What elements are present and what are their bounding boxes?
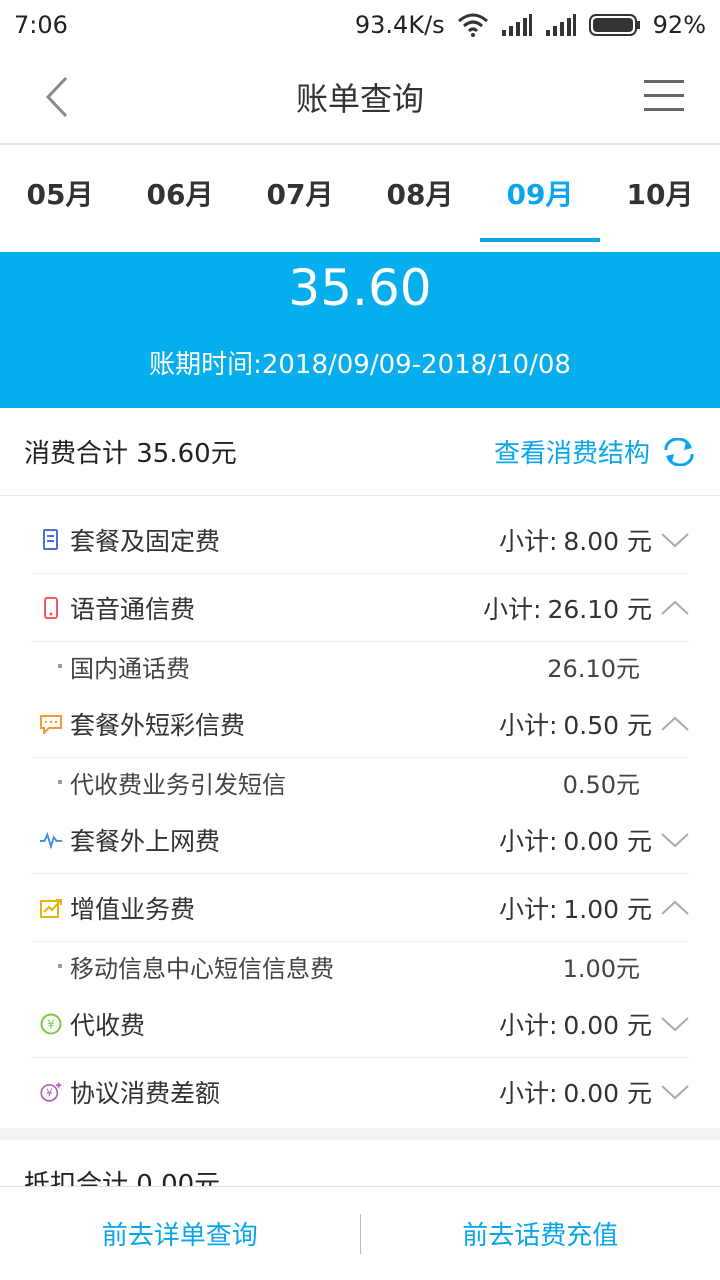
fee-name: 套餐及固定费 xyxy=(70,526,221,556)
subtotal-value: 26.10 元 xyxy=(547,594,652,624)
item-amount: 0.50元 xyxy=(562,770,640,799)
detail-query-button[interactable]: 前去详单查询 xyxy=(0,1215,360,1252)
tab-month-10[interactable]: 10月 xyxy=(600,145,720,252)
fee-name: 代收费 xyxy=(70,1010,146,1040)
item-amount: 26.10元 xyxy=(547,654,640,683)
subtotal-label: 小计: xyxy=(483,594,542,624)
app-header: 账单查询 xyxy=(0,50,720,145)
wifi-icon xyxy=(457,13,488,37)
chevron-up-icon xyxy=(661,716,689,731)
bullet-icon xyxy=(58,964,62,968)
bullet-icon xyxy=(58,780,62,784)
chevron-down-icon xyxy=(661,832,689,847)
subtotal-value: 0.00 元 xyxy=(563,826,652,856)
fee-item: 移动信息中心短信信息费 1.00元 xyxy=(30,942,690,990)
fee-name: 增值业务费 xyxy=(70,894,196,924)
status-time: 7:06 xyxy=(14,11,68,39)
menu-icon[interactable] xyxy=(644,76,684,116)
fee-row-collection[interactable]: ¥ 代收费 小计: 0.00 元 xyxy=(30,990,690,1058)
bullet-icon xyxy=(58,664,62,668)
deduct-label: 抵扣合计 0.00元 xyxy=(24,1170,221,1186)
tab-month-07[interactable]: 07月 xyxy=(240,145,360,252)
fee-row-data[interactable]: 套餐外上网费 小计: 0.00 元 xyxy=(30,806,690,874)
yuan-icon: ¥ xyxy=(40,1013,62,1035)
signal-icon xyxy=(501,14,532,36)
bill-amount: 35.60 xyxy=(288,259,432,317)
subtotal-label: 小计: xyxy=(498,526,558,556)
subtotal-value: 8.00 元 xyxy=(563,526,652,556)
signal-icon-2 xyxy=(545,14,576,36)
total-row: 消费合计 35.60元 查看消费结构 xyxy=(0,408,720,496)
subtotal-value: 0.50 元 xyxy=(563,710,652,740)
fee-row-value-added[interactable]: 增值业务费 小计: 1.00 元 xyxy=(30,874,690,942)
fee-row-voice[interactable]: 语音通信费 小计: 26.10 元 xyxy=(30,574,690,642)
tab-month-09[interactable]: 09月 xyxy=(480,145,600,252)
subtotal-value: 0.00 元 xyxy=(563,1010,652,1040)
subtotal-value: 0.00 元 xyxy=(563,1079,652,1108)
item-amount: 1.00元 xyxy=(562,954,640,983)
battery-icon xyxy=(588,14,640,36)
tab-month-05[interactable]: 05月 xyxy=(0,145,120,252)
total-label: 消费合计 35.60元 xyxy=(24,439,237,469)
refresh-icon xyxy=(664,437,694,466)
view-structure-text: 查看消费结构 xyxy=(493,439,650,469)
subtotal-label: 小计: xyxy=(498,1079,558,1108)
fee-name: 语音通信费 xyxy=(70,594,196,624)
bottom-bar: 前去详单查询 前去话费充值 xyxy=(0,1186,720,1280)
status-right: 93.4K/s 92% xyxy=(355,11,706,39)
fee-row-agreement[interactable]: ¥ 协议消费差额 小计: 0.00 元 xyxy=(30,1058,690,1126)
recharge-button[interactable]: 前去话费充值 xyxy=(361,1215,720,1252)
fee-list: 套餐及固定费 小计: 8.00 元 语音通信费 小计: 26.10 元 国内通话… xyxy=(30,506,690,1126)
fee-name: 套餐外短彩信费 xyxy=(70,710,246,740)
item-name: 代收费业务引发短信 xyxy=(70,770,286,799)
status-bar: 7:06 93.4K/s 92% xyxy=(0,0,720,50)
fee-row-package[interactable]: 套餐及固定费 小计: 8.00 元 xyxy=(30,506,690,574)
message-icon xyxy=(40,713,62,735)
back-icon[interactable] xyxy=(36,72,80,122)
tab-month-06[interactable]: 06月 xyxy=(120,145,240,252)
fee-name: 套餐外上网费 xyxy=(70,826,221,856)
bill-summary: 35.60 账期时间:2018/09/09-2018/10/08 xyxy=(0,252,720,408)
pulse-icon xyxy=(40,829,62,851)
document-icon xyxy=(40,528,62,551)
fee-item: 国内通话费 26.10元 xyxy=(30,642,690,690)
item-name: 国内通话费 xyxy=(70,654,190,683)
item-name: 移动信息中心短信信息费 xyxy=(70,954,334,983)
svg-text:¥: ¥ xyxy=(46,1089,53,1100)
tab-month-08[interactable]: 08月 xyxy=(360,145,480,252)
chevron-up-icon xyxy=(661,900,689,915)
network-speed: 93.4K/s xyxy=(354,11,445,39)
subtotal-label: 小计: xyxy=(498,710,558,740)
chevron-down-icon xyxy=(661,532,689,547)
view-structure-link[interactable]: 查看消费结构 xyxy=(494,433,696,470)
chevron-down-icon xyxy=(661,1085,689,1100)
subtotal-label: 小计: xyxy=(498,1010,558,1040)
chevron-up-icon xyxy=(661,600,689,615)
bill-period: 账期时间:2018/09/09-2018/10/08 xyxy=(149,350,571,380)
battery-percent: 92% xyxy=(652,11,706,39)
month-tabs: 05月 06月 07月 08月 09月 10月 xyxy=(0,145,720,252)
page-title: 账单查询 xyxy=(295,79,424,118)
chevron-down-icon xyxy=(661,1016,689,1031)
section-divider xyxy=(0,1128,720,1140)
subtotal-label: 小计: xyxy=(498,826,558,856)
fee-row-sms[interactable]: 套餐外短彩信费 小计: 0.50 元 xyxy=(30,690,690,758)
svg-text:¥: ¥ xyxy=(47,1017,55,1031)
deduct-total: 抵扣合计 0.00元 xyxy=(24,1146,220,1186)
yuan-plus-icon: ¥ xyxy=(40,1081,62,1103)
subtotal-value: 1.00 元 xyxy=(563,894,652,924)
fee-item: 代收费业务引发短信 0.50元 xyxy=(30,758,690,806)
phone-icon xyxy=(40,596,62,619)
subtotal-label: 小计: xyxy=(498,894,558,924)
fee-name: 协议消费差额 xyxy=(70,1079,221,1108)
trend-icon xyxy=(40,897,62,919)
